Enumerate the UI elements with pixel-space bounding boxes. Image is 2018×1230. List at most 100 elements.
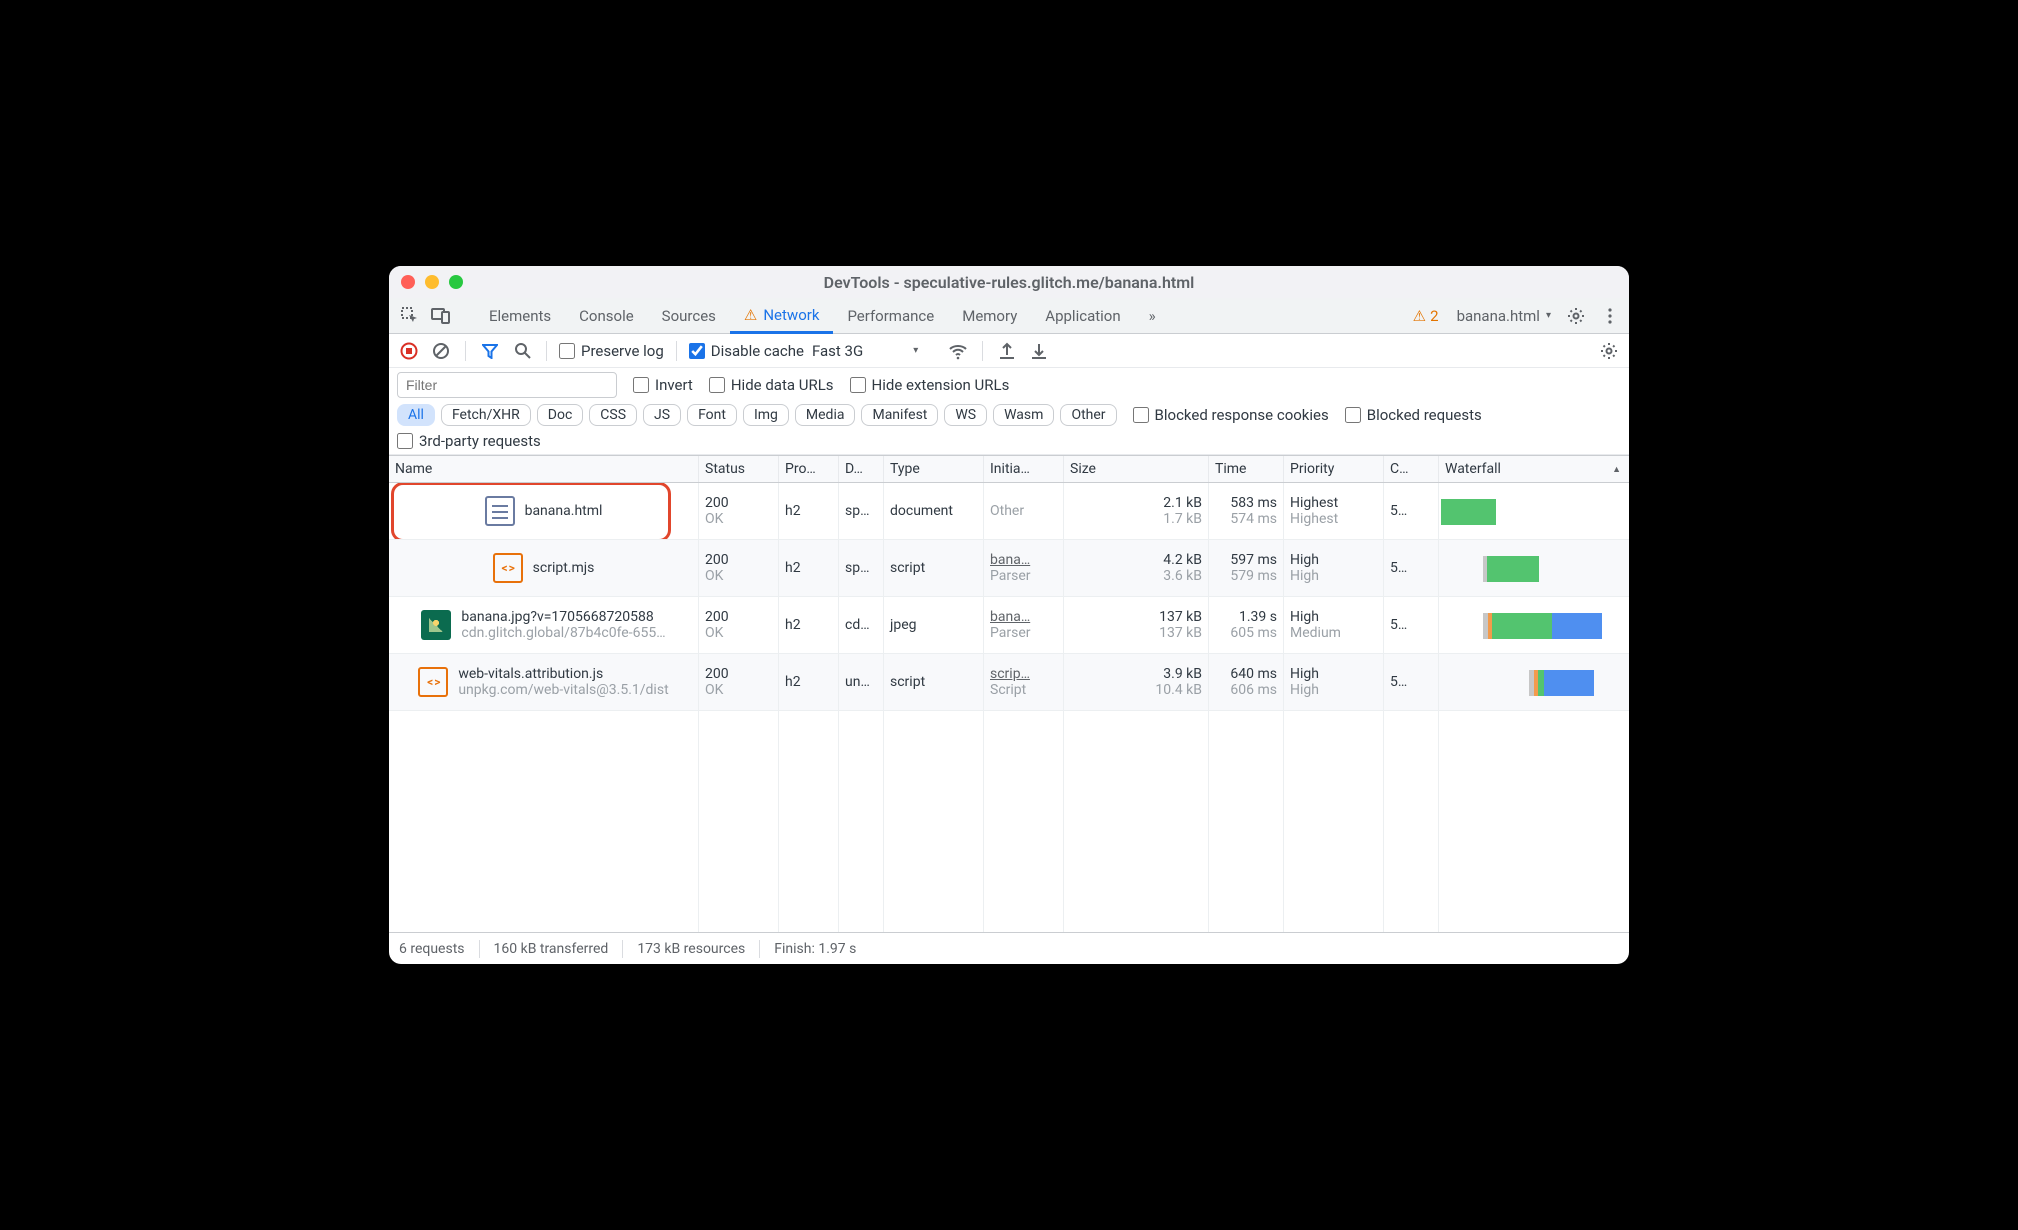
issues-badge[interactable]: 2 <box>1405 307 1447 325</box>
column-header[interactable]: Pro… <box>779 456 839 482</box>
cell-name: banana.html <box>389 483 699 539</box>
warning-icon <box>744 306 757 324</box>
filter-input[interactable] <box>397 372 617 398</box>
cell-domain: un… <box>839 654 884 710</box>
type-filter-all[interactable]: All <box>397 404 435 426</box>
cell-priority: HighestHighest <box>1284 483 1384 539</box>
panel-settings-icon[interactable] <box>1597 339 1621 363</box>
record-button[interactable] <box>397 339 421 363</box>
third-party-checkbox[interactable]: 3rd-party requests <box>397 432 541 450</box>
preserve-log-checkbox[interactable]: Preserve log <box>559 342 664 360</box>
type-filter-js[interactable]: JS <box>643 404 681 426</box>
cell-connection: 5… <box>1384 654 1439 710</box>
invert-checkbox[interactable]: Invert <box>633 376 693 394</box>
column-header[interactable]: Waterfall▲ <box>1439 456 1629 482</box>
network-conditions-icon[interactable] <box>946 339 970 363</box>
cell-time: 583 ms574 ms <box>1209 483 1284 539</box>
cell-initiator: Other <box>984 483 1064 539</box>
cell-size: 2.1 kB1.7 kB <box>1064 483 1209 539</box>
column-header[interactable]: Type <box>884 456 984 482</box>
tab-memory[interactable]: Memory <box>948 298 1031 333</box>
cell-priority: HighHigh <box>1284 540 1384 596</box>
hide-extension-urls-checkbox[interactable]: Hide extension URLs <box>850 376 1010 394</box>
column-header[interactable]: Priority <box>1284 456 1384 482</box>
cell-protocol: h2 <box>779 483 839 539</box>
cell-priority: HighHigh <box>1284 654 1384 710</box>
tab-more-panels[interactable]: » <box>1135 298 1170 333</box>
type-filter-media[interactable]: Media <box>795 404 856 426</box>
image-icon <box>421 610 451 640</box>
cell-connection: 5… <box>1384 597 1439 653</box>
column-header[interactable]: Name <box>389 456 699 482</box>
column-header[interactable]: Time <box>1209 456 1284 482</box>
close-window-button[interactable] <box>401 275 415 289</box>
fullscreen-window-button[interactable] <box>449 275 463 289</box>
cell-status: 200OK <box>699 483 779 539</box>
blocked-cookies-checkbox[interactable]: Blocked response cookies <box>1133 406 1329 424</box>
inspect-element-icon[interactable] <box>395 298 425 333</box>
table-row[interactable]: banana.html200OKh2sp…documentOther2.1 kB… <box>389 483 1629 540</box>
network-toolbar: Preserve log Disable cache Fast 3G <box>389 334 1629 368</box>
device-mode-icon[interactable] <box>425 298 455 333</box>
tab-console[interactable]: Console <box>565 298 648 333</box>
filter-icon[interactable] <box>478 339 502 363</box>
kebab-menu-icon[interactable] <box>1595 307 1625 325</box>
column-header[interactable]: Status <box>699 456 779 482</box>
tab-application[interactable]: Application <box>1031 298 1134 333</box>
table-row[interactable]: < >script.mjs200OKh2sp…scriptbana…Parser… <box>389 540 1629 597</box>
cell-status: 200OK <box>699 597 779 653</box>
cell-time: 640 ms606 ms <box>1209 654 1284 710</box>
window-title: DevTools - speculative-rules.glitch.me/b… <box>824 273 1195 292</box>
table-row[interactable]: < >web-vitals.attribution.jsunpkg.com/we… <box>389 654 1629 711</box>
type-filter-img[interactable]: Img <box>743 404 789 426</box>
script-icon: < > <box>418 667 448 697</box>
cell-name: < >script.mjs <box>389 540 699 596</box>
cell-type: script <box>884 540 984 596</box>
clear-button[interactable] <box>429 339 453 363</box>
type-filter-doc[interactable]: Doc <box>537 404 584 426</box>
blocked-requests-checkbox[interactable]: Blocked requests <box>1345 406 1482 424</box>
window-controls <box>401 275 463 289</box>
cell-waterfall <box>1439 540 1629 596</box>
cell-domain: cd… <box>839 597 884 653</box>
throttling-select[interactable]: Fast 3G <box>812 342 938 360</box>
type-filter-font[interactable]: Font <box>687 404 737 426</box>
cell-time: 597 ms579 ms <box>1209 540 1284 596</box>
minimize-window-button[interactable] <box>425 275 439 289</box>
cell-waterfall <box>1439 597 1629 653</box>
footer-transferred: 160 kB transferred <box>494 941 609 957</box>
type-filter-other[interactable]: Other <box>1060 404 1116 426</box>
cell-size: 3.9 kB10.4 kB <box>1064 654 1209 710</box>
footer-resources: 173 kB resources <box>637 941 745 957</box>
filter-bar: Invert Hide data URLs Hide extension URL… <box>389 368 1629 455</box>
type-filter-css[interactable]: CSS <box>589 404 637 426</box>
type-filter-fetchxhr[interactable]: Fetch/XHR <box>441 404 531 426</box>
footer-requests: 6 requests <box>399 941 465 957</box>
tab-sources[interactable]: Sources <box>648 298 730 333</box>
cell-waterfall <box>1439 654 1629 710</box>
export-har-icon[interactable] <box>1027 339 1051 363</box>
cell-size: 4.2 kB3.6 kB <box>1064 540 1209 596</box>
column-header[interactable]: Initia… <box>984 456 1064 482</box>
tab-elements[interactable]: Elements <box>475 298 565 333</box>
cell-domain: sp… <box>839 540 884 596</box>
hide-data-urls-checkbox[interactable]: Hide data URLs <box>709 376 834 394</box>
type-filter-row: All Fetch/XHR DocCSS JS Font Img MediaManifest… <box>397 404 1117 426</box>
column-header[interactable]: C… <box>1384 456 1439 482</box>
table-row[interactable]: banana.jpg?v=1705668720588cdn.glitch.glo… <box>389 597 1629 654</box>
cell-type: document <box>884 483 984 539</box>
type-filter-wasm[interactable]: Wasm <box>993 404 1054 426</box>
column-header[interactable]: Size <box>1064 456 1209 482</box>
tab-network[interactable]: Network <box>730 298 834 334</box>
column-header[interactable]: D… <box>839 456 884 482</box>
devtools-window: DevTools - speculative-rules.glitch.me/b… <box>389 266 1629 964</box>
status-bar: 6 requests 160 kB transferred 173 kB res… <box>389 932 1629 964</box>
type-filter-manifest[interactable]: Manifest <box>861 404 938 426</box>
context-selector[interactable]: banana.html <box>1451 307 1557 325</box>
settings-icon[interactable] <box>1561 307 1591 325</box>
search-icon[interactable] <box>510 339 534 363</box>
import-har-icon[interactable] <box>995 339 1019 363</box>
disable-cache-checkbox[interactable]: Disable cache <box>689 342 804 360</box>
type-filter-ws[interactable]: WS <box>944 404 987 426</box>
tab-performance[interactable]: Performance <box>833 298 948 333</box>
